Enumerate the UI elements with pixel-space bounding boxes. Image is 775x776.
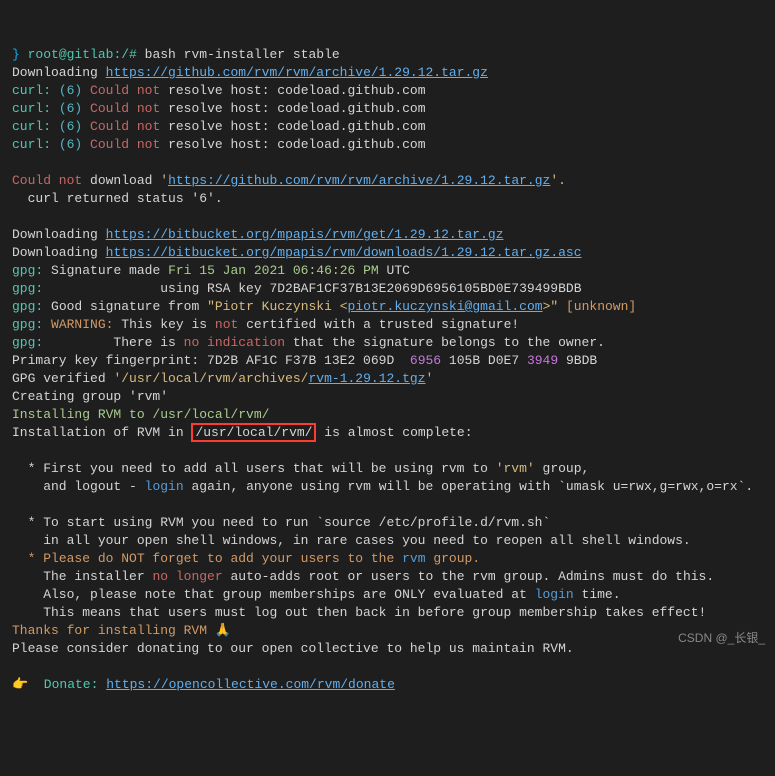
bullet-text: This means that users must log out then …	[12, 605, 706, 620]
failed-url[interactable]: https://github.com/rvm/rvm/archive/1.29.…	[168, 173, 550, 188]
bullet-text: *	[12, 551, 35, 566]
not-word: not	[215, 317, 238, 332]
creating-group: Creating group 'rvm'	[12, 389, 168, 404]
gpg-unknown: [unknown]	[566, 299, 636, 314]
prompt-userhost: root@gitlab:/#	[28, 47, 137, 62]
thanks: Thanks for installing RVM 🙏	[12, 623, 231, 638]
bullet-text: group,	[543, 461, 590, 476]
quote: '	[426, 371, 434, 386]
archive-file[interactable]: rvm-1.29.12.tgz	[308, 371, 425, 386]
prompt-symbol: }	[12, 47, 20, 62]
curl-prefix: curl:	[12, 83, 51, 98]
install-path-highlighted: /usr/local/rvm/	[191, 423, 316, 442]
download-url-3[interactable]: https://bitbucket.org/mpapis/rvm/downloa…	[106, 245, 582, 260]
downloading-label: Downloading	[12, 65, 98, 80]
bullet-text: again, anyone using rvm will be operatin…	[191, 479, 753, 494]
group-word: group.	[433, 551, 480, 566]
gpg-prefix: gpg:	[12, 263, 43, 278]
bullet-text: auto-adds root or users to the rvm group…	[230, 569, 714, 584]
installing-rvm: Installing RVM to /usr/local/rvm/	[12, 407, 269, 422]
watermark: CSDN @_长银_	[678, 629, 765, 647]
bullet-text: * First you need to add all users that w…	[12, 461, 488, 476]
bullet-text: Also, please note that group memberships…	[12, 587, 527, 602]
gpg-good: Good signature from	[51, 299, 199, 314]
bullet-text: * To start using RVM you need to run `so…	[12, 515, 550, 530]
bullet-text: and logout -	[12, 479, 137, 494]
curl-msg: resolve host: codeload.github.com	[168, 83, 425, 98]
gpg-text: Signature made	[51, 263, 160, 278]
gpg-text: that the signature belongs to the owner.	[293, 335, 605, 350]
gpg-prefix: gpg:	[12, 335, 43, 350]
fingerprint: 105B D0E7	[449, 353, 519, 368]
quote: '.	[550, 173, 566, 188]
quote: '	[160, 173, 168, 188]
curl-code: (6)	[59, 101, 82, 116]
command: bash rvm-installer stable	[145, 47, 340, 62]
gpg-end: >"	[543, 299, 559, 314]
gpg-tz: UTC	[387, 263, 410, 278]
download-word: download	[90, 173, 152, 188]
terminal-output: } root@gitlab:/# bash rvm-installer stab…	[12, 46, 763, 694]
no-indication: no indication	[184, 335, 285, 350]
gpg-date: Fri 15 Jan 2021 06:46:26 PM	[168, 263, 379, 278]
fp-highlight: 3949	[527, 353, 558, 368]
curl-code: (6)	[59, 119, 82, 134]
signer-email[interactable]: piotr.kuczynski@gmail.com	[348, 299, 543, 314]
login-word: login	[145, 479, 184, 494]
please-do-not: Please do NOT forget to add your users t…	[43, 551, 394, 566]
fingerprint: Primary key fingerprint: 7D2B AF1C F37B …	[12, 353, 402, 368]
gpg-warn-text: This key is	[121, 317, 207, 332]
gpg-prefix: gpg:	[12, 281, 43, 296]
could-not: Could not	[90, 137, 160, 152]
hand-icon: 👉	[12, 677, 28, 692]
gpg-warning: WARNING:	[51, 317, 113, 332]
curl-prefix: curl:	[12, 137, 51, 152]
rvm-word: rvm	[402, 551, 425, 566]
curl-msg: resolve host: codeload.github.com	[168, 137, 425, 152]
curl-msg: resolve host: codeload.github.com	[168, 119, 425, 134]
could-not: Could not	[90, 119, 160, 134]
bullet-text: time.	[582, 587, 621, 602]
curl-status: curl returned status '6'.	[12, 191, 223, 206]
gpg-warn-rest: certified with a trusted signature!	[246, 317, 519, 332]
gpg-prefix: gpg:	[12, 317, 43, 332]
bullet-text: The installer	[12, 569, 145, 584]
downloading-label: Downloading	[12, 245, 98, 260]
gpg-text: There is	[43, 335, 176, 350]
bullet-text: in all your open shell windows, in rare …	[12, 533, 691, 548]
curl-prefix: curl:	[12, 101, 51, 116]
curl-msg: resolve host: codeload.github.com	[168, 101, 425, 116]
rvm-group: 'rvm'	[496, 461, 535, 476]
consider-donating: Please consider donating to our open col…	[12, 641, 574, 656]
could-not-download: Could not	[12, 173, 82, 188]
gpg-verified: GPG verified	[12, 371, 106, 386]
curl-code: (6)	[59, 137, 82, 152]
gpg-prefix: gpg:	[12, 299, 43, 314]
could-not: Could not	[90, 83, 160, 98]
gpg-from: "Piotr Kuczynski <	[207, 299, 347, 314]
donate-label: Donate:	[44, 677, 99, 692]
installation-of: Installation of RVM in	[12, 425, 184, 440]
downloading-label: Downloading	[12, 227, 98, 242]
fingerprint: 9BDB	[566, 353, 597, 368]
curl-code: (6)	[59, 83, 82, 98]
could-not: Could not	[90, 101, 160, 116]
gpg-key: using RSA key 7D2BAF1CF37B13E2069D695610…	[43, 281, 581, 296]
download-url-2[interactable]: https://bitbucket.org/mpapis/rvm/get/1.2…	[106, 227, 504, 242]
donate-url[interactable]: https://opencollective.com/rvm/donate	[106, 677, 395, 692]
almost-complete: is almost complete:	[324, 425, 472, 440]
login-word: login	[535, 587, 574, 602]
curl-prefix: curl:	[12, 119, 51, 134]
fp-highlight: 6956	[410, 353, 441, 368]
download-url-1[interactable]: https://github.com/rvm/rvm/archive/1.29.…	[106, 65, 488, 80]
archive-path: '/usr/local/rvm/archives/	[113, 371, 308, 386]
no-longer: no longer	[152, 569, 222, 584]
